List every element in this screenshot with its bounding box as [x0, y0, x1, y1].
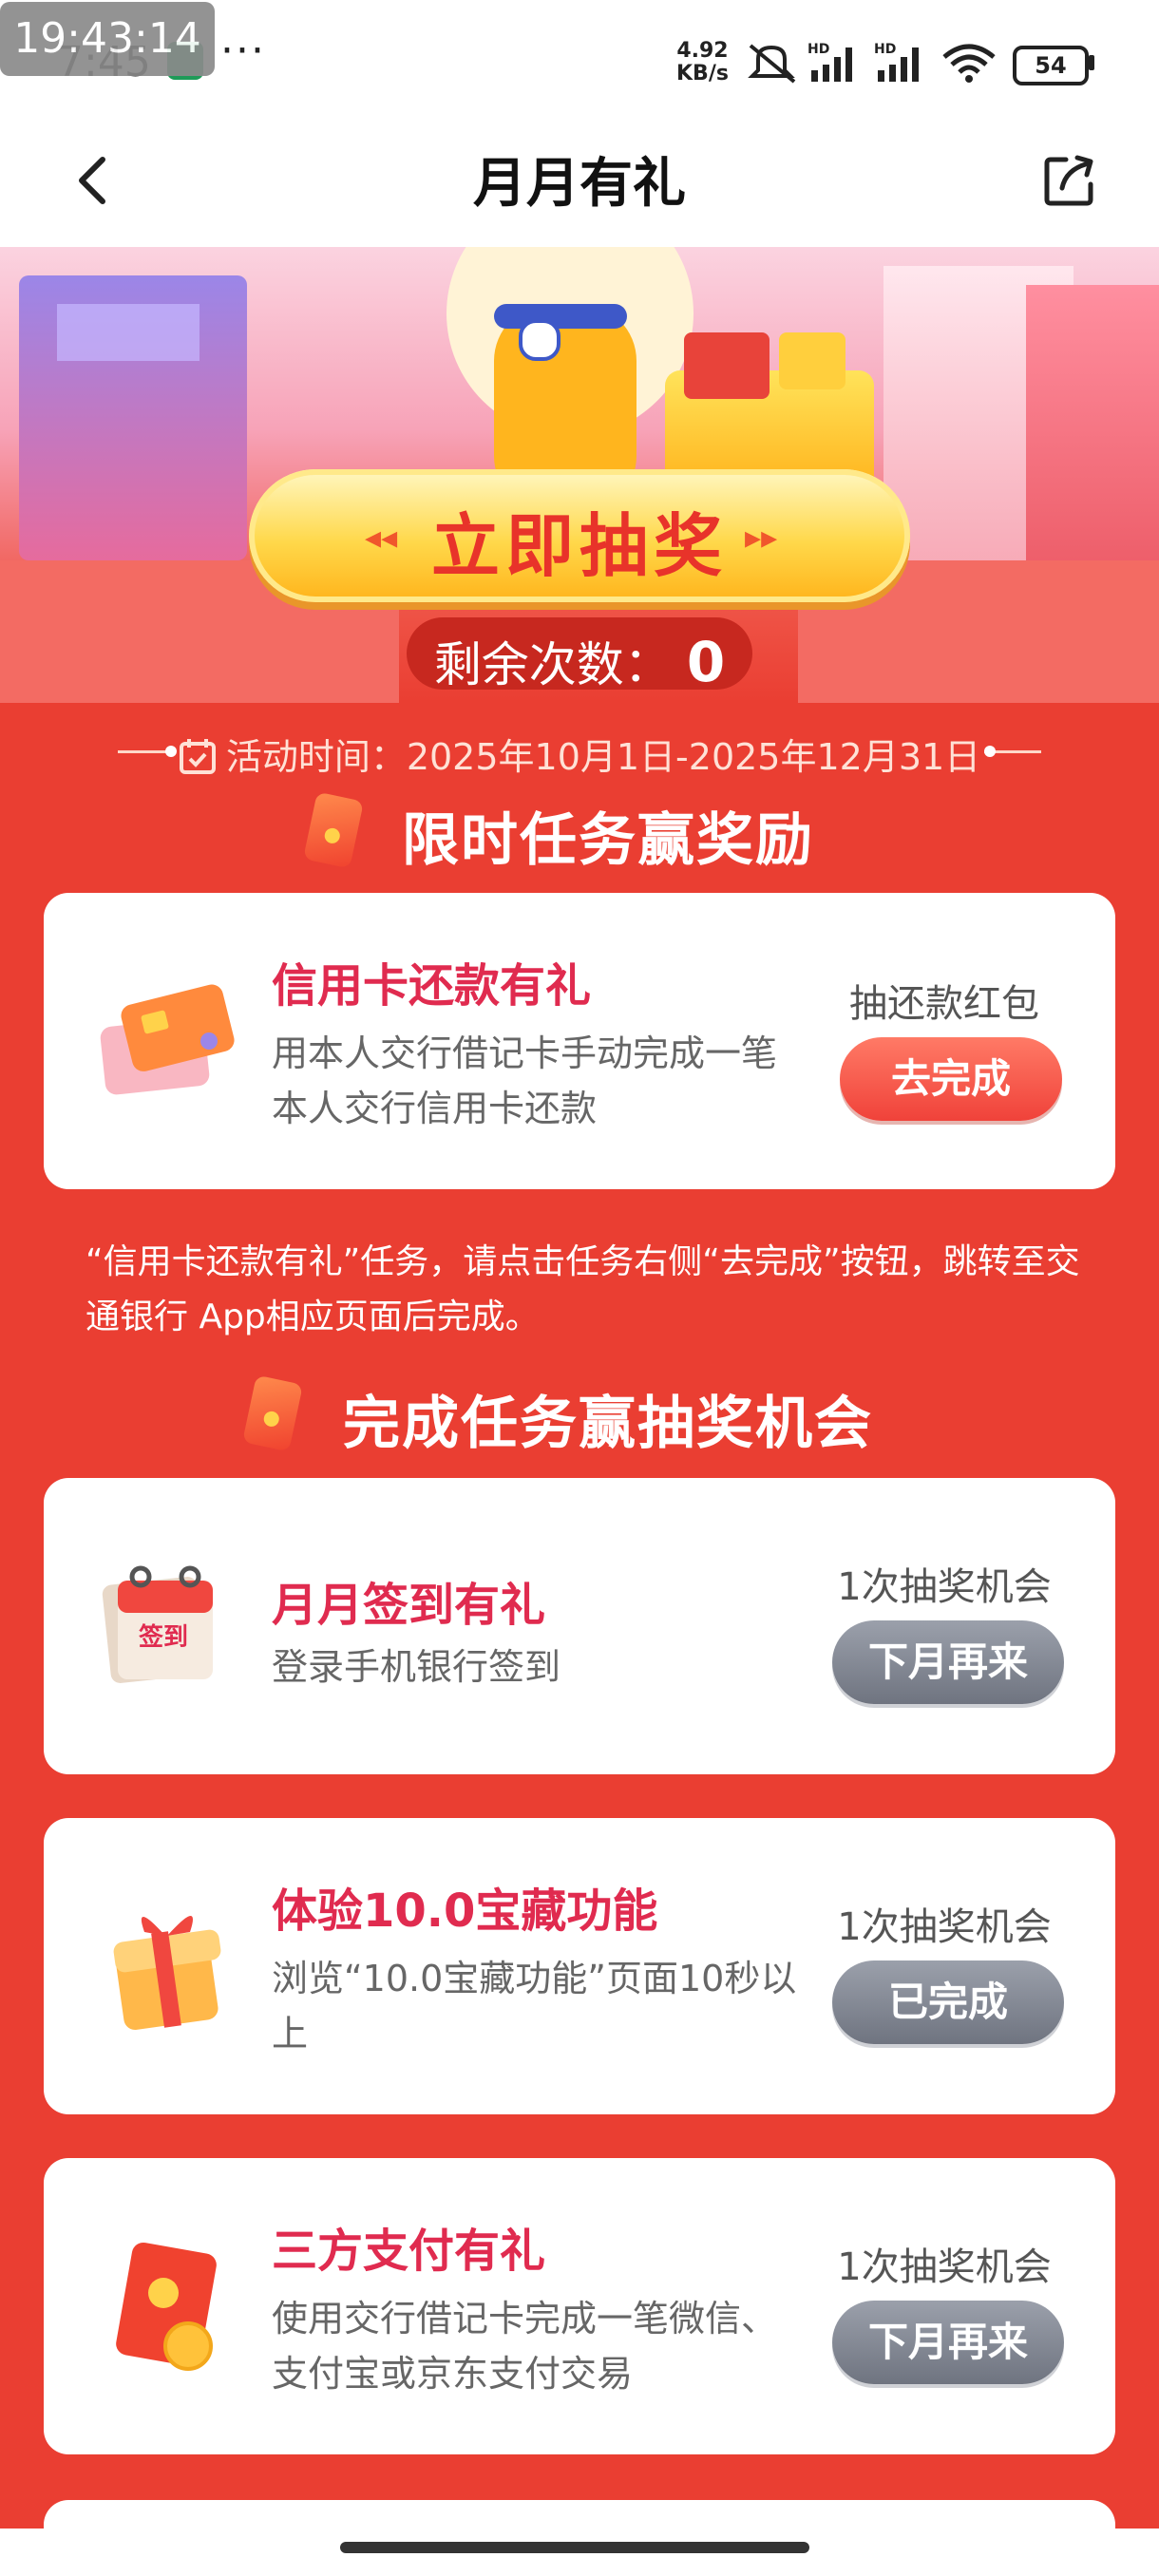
time-overlay: 19:43:14 — [0, 2, 215, 76]
task-desc: 用本人交行借记卡手动完成一笔本人交行信用卡还款 — [272, 1032, 778, 1129]
task-reward: 1次抽奖机会 — [837, 1565, 1052, 1609]
section-heading-draw-chances: 完成任务赢抽奖机会 — [343, 1391, 873, 1457]
mute-icon — [748, 44, 796, 84]
task-reward: 1次抽奖机会 — [837, 2245, 1052, 2289]
net-speed-unit: KB/s — [676, 62, 729, 85]
go-complete-button[interactable]: 去完成 — [840, 1037, 1062, 1121]
svg-text:HD: HD — [808, 42, 829, 57]
section-heading-limited-tasks: 限时任务赢奖励 — [402, 807, 814, 874]
next-month-button[interactable]: 下月再来 — [832, 1620, 1064, 1704]
completed-button[interactable]: 已完成 — [832, 1960, 1064, 2044]
task-note: “信用卡还款有礼”任务，请点击任务右侧“去完成”按钮，跳转至交通银行 App相应… — [86, 1242, 1080, 1336]
remaining-count: 剩余次数： 0 — [407, 627, 752, 695]
net-speed: 4.92 KB/s — [676, 40, 729, 85]
task-title: 信用卡还款有礼 — [272, 959, 592, 1013]
activity-time-text: 活动时间：2025年10月1日-2025年12月31日 — [225, 736, 981, 778]
svg-text:HD: HD — [874, 42, 896, 57]
next-month-button[interactable]: 下月再来 — [832, 2301, 1064, 2384]
credit-card-icon — [100, 984, 235, 1095]
remaining-label: 剩余次数： — [433, 637, 672, 692]
activity-time: 活动时间：2025年10月1日-2025年12月31日 — [0, 728, 1159, 780]
share-icon[interactable] — [1041, 152, 1098, 209]
task-card-credit-repay: 信用卡还款有礼 用本人交行借记卡手动完成一笔本人交行信用卡还款 抽还款红包 去完… — [44, 893, 1115, 1189]
task-reward: 1次抽奖机会 — [837, 1905, 1052, 1949]
page-title: 月月有礼 — [473, 153, 686, 215]
signin-icon-text: 签到 — [139, 1622, 188, 1652]
more-notifications-icon: ··· — [220, 27, 266, 75]
draw-now-label[interactable]: 立即抽奖 — [249, 490, 910, 590]
signal-1-icon: HD — [808, 42, 852, 82]
task-card-third-party-pay: 三方支付有礼 使用交行借记卡完成一笔微信、支付宝或京东支付交易 1次抽奖机会 下… — [44, 2158, 1115, 2454]
battery-tip — [1089, 55, 1094, 70]
net-speed-value: 4.92 — [676, 39, 729, 63]
calendar-icon — [179, 739, 216, 774]
red-envelope-icon — [116, 2242, 217, 2371]
remaining-value: 0 — [686, 630, 726, 694]
task-reward: 抽还款红包 — [849, 982, 1039, 1026]
task-title: 体验10.0宝藏功能 — [272, 1885, 658, 1938]
task-desc: 登录手机银行签到 — [272, 1646, 561, 1688]
task-title: 三方支付有礼 — [272, 2225, 546, 2278]
home-indicator[interactable] — [340, 2542, 809, 2553]
wifi-icon — [942, 44, 996, 83]
task-card-treasure-feature: 体验10.0宝藏功能 浏览“10.0宝藏功能”页面10秒以上 1次抽奖机会 已完… — [44, 1818, 1115, 2114]
battery-icon: 54 — [1013, 46, 1089, 85]
task-card-monthly-signin: 签到 月月签到有礼 登录手机银行签到 1次抽奖机会 下月再来 — [44, 1478, 1115, 1774]
task-desc: 使用交行借记卡完成一笔微信、支付宝或京东支付交易 — [272, 2298, 778, 2395]
signal-2-icon: HD — [874, 42, 919, 82]
gift-box-icon — [113, 1915, 221, 2031]
task-title: 月月签到有礼 — [272, 1579, 546, 1632]
task-desc: 浏览“10.0宝藏功能”页面10秒以上 — [272, 1958, 797, 2055]
calendar-signin-icon: 签到 — [102, 1565, 213, 1683]
